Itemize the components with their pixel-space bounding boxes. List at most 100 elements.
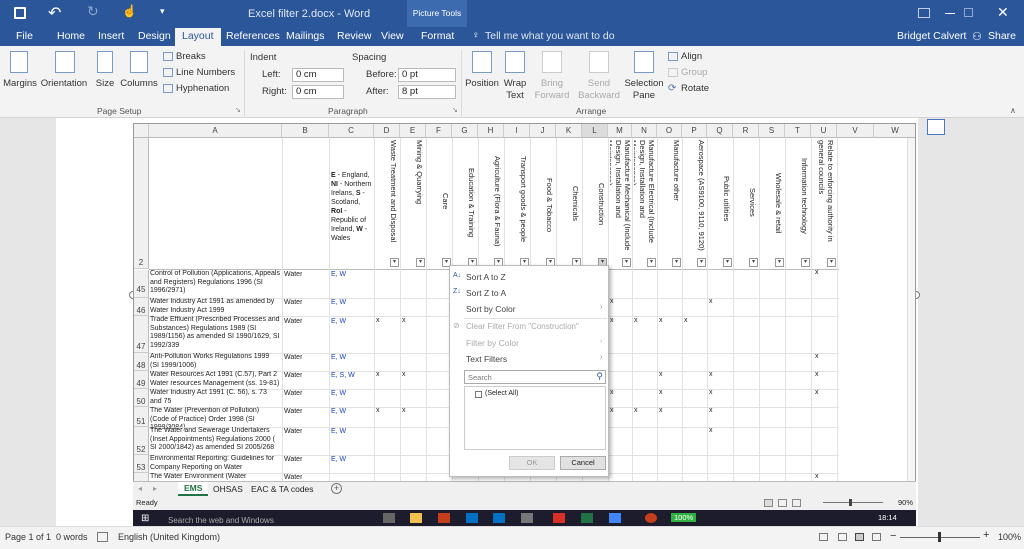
table-cell[interactable]: x: [709, 407, 713, 416]
proofing-icon[interactable]: [97, 532, 108, 542]
table-cell[interactable]: Water: [284, 318, 302, 327]
column-header[interactable]: H: [478, 124, 504, 138]
table-cell[interactable]: x: [634, 407, 638, 416]
table-cell[interactable]: x: [610, 407, 614, 416]
sort-by-color-item[interactable]: Sort by Color: [466, 304, 516, 314]
taskbar-search[interactable]: Search the web and Windows: [168, 516, 274, 525]
taskbar-app-icon[interactable]: [466, 513, 478, 523]
table-cell[interactable]: Water: [284, 408, 302, 417]
column-header[interactable]: D: [374, 124, 400, 138]
table-cell[interactable]: x: [610, 298, 614, 307]
column-header[interactable]: F: [426, 124, 452, 138]
table-cell[interactable]: x: [610, 317, 614, 326]
table-cell[interactable]: Water: [284, 390, 302, 399]
filter-values-list[interactable]: (Select All): [464, 386, 606, 450]
table-cell[interactable]: Water: [284, 354, 302, 363]
table-cell[interactable]: Anti-Pollution Works Regulations 1999 (S…: [150, 353, 280, 370]
windows-start-icon[interactable]: ⊞: [141, 513, 149, 524]
select-all-label[interactable]: (Select All): [485, 390, 518, 397]
focus-mode-icon[interactable]: [819, 533, 828, 541]
taskbar-app-icon[interactable]: [493, 513, 505, 523]
table-cell[interactable]: E, W: [331, 318, 346, 327]
sheet-tab-ems[interactable]: EMS: [178, 482, 209, 496]
filter-dropdown-button[interactable]: ▾: [416, 258, 425, 267]
spacing-before-field[interactable]: 0 pt: [398, 68, 456, 82]
filter-dropdown-button[interactable]: ▾: [801, 258, 810, 267]
table-cell[interactable]: x: [659, 317, 663, 326]
table-cell[interactable]: x: [709, 371, 713, 380]
size-button[interactable]: Size: [93, 78, 117, 89]
minimize-icon[interactable]: [945, 13, 955, 14]
table-cell[interactable]: Water Industry Act 1991 as amended by Wa…: [150, 298, 280, 315]
column-header[interactable]: Q: [707, 124, 733, 138]
tab-format[interactable]: Format: [421, 30, 454, 42]
user-name[interactable]: Bridget Calvert: [897, 30, 966, 42]
taskbar-app-icon[interactable]: [383, 513, 395, 523]
filter-dropdown-button[interactable]: ▾: [697, 258, 706, 267]
restore-icon[interactable]: [964, 8, 973, 17]
table-cell[interactable]: Water Industry Act 1991 (C. 56), s. 73 a…: [150, 389, 280, 406]
column-header[interactable]: E: [400, 124, 426, 138]
filter-dropdown-button[interactable]: ▾: [775, 258, 784, 267]
column-header[interactable]: B: [282, 124, 329, 138]
rotate-button[interactable]: Rotate: [681, 83, 709, 94]
read-mode-icon[interactable]: [838, 533, 847, 541]
table-cell[interactable]: x: [709, 298, 713, 307]
cancel-button[interactable]: Cancel: [560, 456, 606, 470]
columns-icon[interactable]: [130, 51, 148, 73]
filter-dropdown-button[interactable]: ▾: [622, 258, 631, 267]
word-count[interactable]: 0 words: [56, 532, 88, 542]
row-header[interactable]: 2: [134, 138, 149, 269]
align-button[interactable]: Align: [681, 51, 702, 62]
row-header[interactable]: 46: [134, 298, 149, 316]
table-cell[interactable]: E, W: [331, 299, 346, 308]
column-header[interactable]: K: [556, 124, 582, 138]
table-cell[interactable]: Water Resources Act 1991 (C.57), Part 2 …: [150, 371, 280, 388]
table-cell[interactable]: E, W: [331, 390, 346, 399]
table-cell[interactable]: x: [376, 407, 380, 416]
table-cell[interactable]: E, S, W: [331, 372, 355, 381]
row-header[interactable]: 53: [134, 455, 149, 473]
column-header[interactable]: A: [149, 124, 282, 138]
zoom-out-icon[interactable]: −: [890, 530, 896, 542]
table-cell[interactable]: x: [376, 317, 380, 326]
paragraph-launcher-icon[interactable]: ↘: [452, 106, 458, 114]
sheet-tab-ohsas[interactable]: OHSAS: [213, 484, 243, 494]
filter-dropdown-button[interactable]: ▾: [672, 258, 681, 267]
tab-mailings[interactable]: Mailings: [286, 30, 325, 42]
columns-button[interactable]: Columns: [119, 78, 159, 89]
wrap-text-icon[interactable]: [505, 51, 525, 73]
filter-dropdown-button[interactable]: ▾: [723, 258, 732, 267]
table-cell[interactable]: Water: [284, 271, 302, 280]
table-cell[interactable]: x: [402, 317, 406, 326]
column-header[interactable]: N: [632, 124, 657, 138]
ribbon-display-options-icon[interactable]: [918, 8, 930, 18]
column-header[interactable]: P: [682, 124, 707, 138]
hyphenation-button[interactable]: Hyphenation: [176, 83, 229, 94]
wrap-text-button[interactable]: Wrap: [500, 78, 530, 89]
tab-insert[interactable]: Insert: [98, 30, 124, 42]
wrap-text-button-line2[interactable]: Text: [500, 90, 530, 101]
word-zoom-level[interactable]: 100%: [998, 532, 1021, 542]
table-cell[interactable]: x: [815, 371, 819, 380]
taskbar-app-icon[interactable]: [553, 513, 565, 523]
layout-options-icon[interactable]: [927, 119, 945, 135]
indent-left-field[interactable]: 0 cm: [292, 68, 344, 82]
table-cell[interactable]: x: [684, 317, 688, 326]
selection-pane-icon[interactable]: [634, 51, 654, 73]
word-zoom-thumb[interactable]: [938, 532, 941, 542]
table-cell[interactable]: Water: [284, 428, 302, 437]
table-cell[interactable]: x: [815, 389, 819, 398]
tab-scroll-right-icon[interactable]: ▸: [153, 484, 157, 493]
collapse-ribbon-icon[interactable]: ∧: [1010, 106, 1016, 115]
column-header[interactable]: V: [837, 124, 874, 138]
table-cell[interactable]: Environmental Reporting: Guidelines for …: [150, 455, 280, 472]
selection-pane-button[interactable]: Selection: [622, 78, 666, 89]
table-cell[interactable]: E, W: [331, 271, 346, 280]
taskbar-app-icon[interactable]: [609, 513, 621, 523]
row-header[interactable]: 48: [134, 353, 149, 371]
table-cell[interactable]: Water: [284, 299, 302, 308]
taskbar-app-icon[interactable]: [521, 513, 533, 523]
sheet-tab-eac[interactable]: EAC & TA codes: [251, 484, 314, 494]
tab-scroll-left-icon[interactable]: ◂: [138, 484, 142, 493]
